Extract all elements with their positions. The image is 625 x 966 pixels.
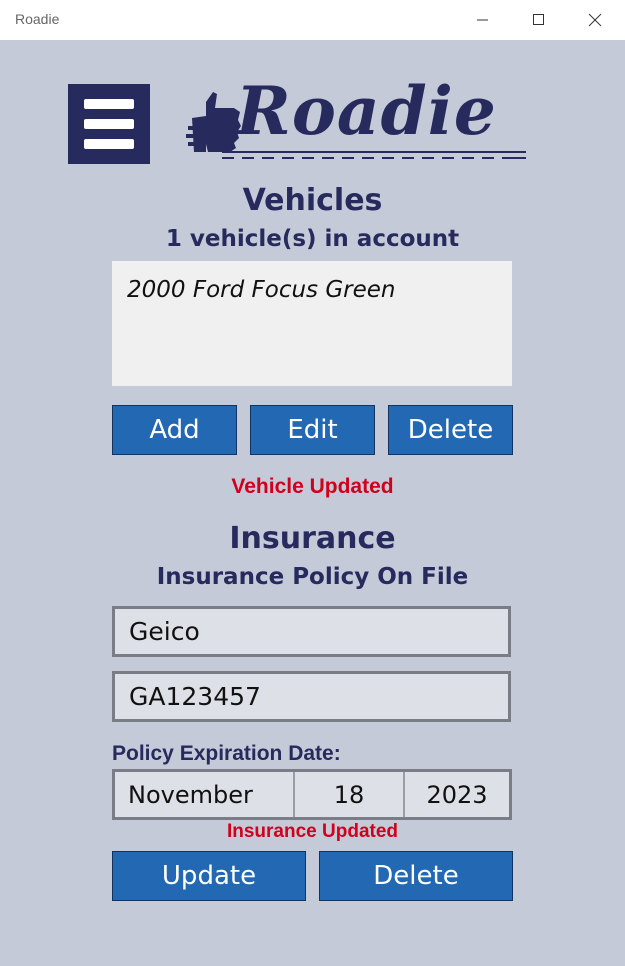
maximize-icon[interactable] <box>511 0 567 40</box>
update-insurance-button[interactable]: Update <box>112 851 306 901</box>
logo-text: Roadie <box>236 72 497 150</box>
insurance-provider-field[interactable]: Geico <box>112 606 511 657</box>
list-item[interactable]: 2000 Ford Focus Green <box>127 277 396 303</box>
menu-bar <box>84 99 134 109</box>
expiration-date-label: Policy Expiration Date: <box>112 742 341 765</box>
expiration-day[interactable]: 18 <box>295 772 405 817</box>
menu-bar <box>84 139 134 149</box>
insurance-subtitle: Insurance Policy On File <box>156 564 469 590</box>
vehicle-status-message: Vehicle Updated <box>231 475 394 498</box>
expiration-month[interactable]: November <box>115 772 295 817</box>
window-title: Roadie <box>15 11 60 27</box>
menu-bar <box>84 119 134 129</box>
title-bar: Roadie <box>0 0 625 40</box>
edit-vehicle-button[interactable]: Edit <box>250 405 375 455</box>
vehicles-count: 1 vehicle(s) in account <box>165 226 460 252</box>
insurance-status-message: Insurance Updated <box>226 821 399 842</box>
thumbs-up-icon <box>186 92 241 152</box>
minimize-icon[interactable] <box>455 0 511 40</box>
add-vehicle-button[interactable]: Add <box>112 405 237 455</box>
vehicle-list[interactable]: 2000 Ford Focus Green <box>112 261 512 386</box>
roadie-logo: Roadie <box>186 78 528 162</box>
policy-number-field[interactable]: GA123457 <box>112 671 511 722</box>
delete-insurance-button[interactable]: Delete <box>319 851 513 901</box>
vehicles-heading: Vehicles <box>242 183 383 218</box>
expiration-year[interactable]: 2023 <box>405 772 509 817</box>
expiration-date-picker[interactable]: November 18 2023 <box>112 769 512 820</box>
hamburger-menu-icon[interactable] <box>68 84 150 164</box>
insurance-heading: Insurance <box>229 521 396 556</box>
delete-vehicle-button[interactable]: Delete <box>388 405 513 455</box>
close-icon[interactable] <box>567 0 623 40</box>
